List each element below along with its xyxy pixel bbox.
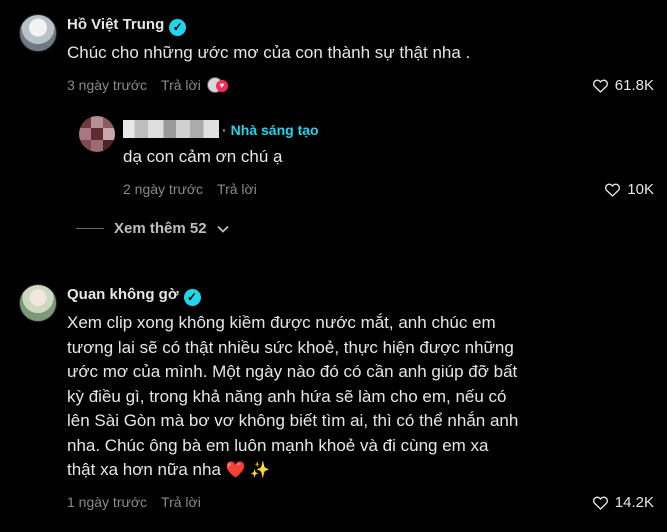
username[interactable]: Quan không gờ ✓ xyxy=(67,286,201,306)
sparkles-emoji: ✨ xyxy=(250,462,271,479)
reply-button[interactable]: Trả lời xyxy=(161,494,201,510)
verified-badge-icon: ✓ xyxy=(183,289,201,306)
like-button[interactable]: 14.2K xyxy=(592,494,654,511)
timestamp: 1 ngày trước xyxy=(67,494,148,510)
heart-outline-icon xyxy=(592,496,608,510)
comment-2: Quan không gờ ✓ Xem clip xong không kiềm … xyxy=(0,0,667,532)
like-count: 14.2K xyxy=(614,494,654,511)
comment-meta: 1 ngày trước Trả lời xyxy=(67,494,201,510)
red-heart-emoji: ❤️ xyxy=(225,462,246,479)
comment-text: Xem clip xong không kiềm được nước mắt, … xyxy=(67,313,519,479)
avatar[interactable] xyxy=(19,284,57,322)
